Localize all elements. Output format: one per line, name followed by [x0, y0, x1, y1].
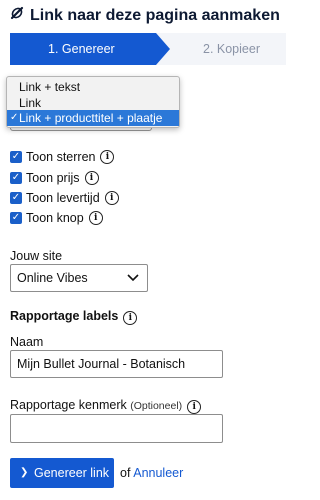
site-label: Jouw site — [10, 249, 63, 263]
checkbox-checked-icon[interactable]: ✓ — [10, 192, 22, 204]
option-link-tekst[interactable]: Link + tekst — [7, 79, 179, 95]
site-select[interactable]: Online Vibes — [10, 264, 148, 292]
chevron-right-icon: ❯ — [20, 467, 29, 478]
step-genereer: 1. Genereer — [10, 33, 170, 65]
checkbox-toon-levertijd[interactable]: ✓ Toon levertijd i — [10, 190, 119, 206]
option-link-producttitel-plaatje[interactable]: ✓ Link + producttitel + plaatje — [7, 110, 179, 126]
link-icon — [10, 6, 26, 25]
chevron-down-icon — [127, 272, 139, 287]
option-link[interactable]: Link — [7, 95, 179, 111]
rapportage-heading: Rapportage labels i — [10, 309, 138, 325]
info-icon[interactable]: i — [123, 311, 138, 325]
checkbox-toon-sterren[interactable]: ✓ Toon sterren i — [10, 149, 115, 165]
checkbox-toon-prijs[interactable]: ✓ Toon prijs i — [10, 170, 99, 186]
name-label: Naam — [10, 335, 44, 349]
generate-link-button[interactable]: ❯ Genereer link — [10, 458, 114, 488]
checkbox-checked-icon[interactable]: ✓ — [10, 212, 22, 224]
step-kopieer: 2. Kopieer — [153, 33, 286, 65]
page-title: Link naar deze pagina aanmaken — [10, 6, 280, 25]
info-icon[interactable]: i — [88, 211, 103, 225]
info-icon[interactable]: i — [100, 150, 115, 164]
page-title-text: Link naar deze pagina aanmaken — [30, 7, 280, 24]
checkmark-icon: ✓ — [10, 112, 19, 123]
checkbox-checked-icon[interactable]: ✓ — [10, 151, 22, 163]
link-type-dropdown[interactable]: Link + tekst Link ✓ Link + producttitel +… — [6, 76, 180, 128]
kenmerk-input[interactable] — [10, 414, 223, 443]
kenmerk-label: Rapportage kenmerk (Optioneel) i — [10, 398, 202, 414]
info-icon[interactable]: i — [187, 400, 202, 414]
cancel-link[interactable]: Annuleer — [133, 466, 183, 480]
info-icon[interactable]: i — [104, 191, 119, 205]
stepper: 2. Kopieer 1. Genereer — [10, 33, 286, 65]
checkbox-toon-knop[interactable]: ✓ Toon knop i — [10, 210, 103, 226]
name-input[interactable]: Mijn Bullet Journal - Botanisch — [10, 350, 223, 378]
info-icon[interactable]: i — [84, 171, 99, 185]
or-cancel: of Annuleer — [120, 466, 184, 480]
checkbox-checked-icon[interactable]: ✓ — [10, 172, 22, 184]
